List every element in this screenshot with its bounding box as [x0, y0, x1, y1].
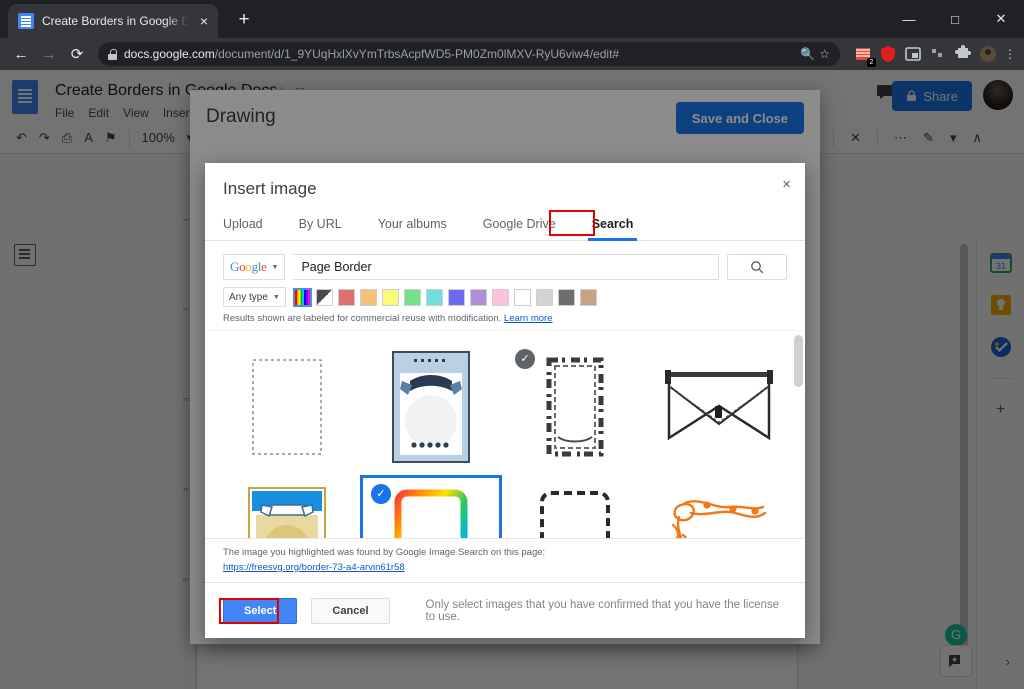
color-filter-red[interactable] [338, 289, 355, 306]
result-image-5[interactable] [215, 474, 359, 538]
color-filter-gray[interactable] [536, 289, 553, 306]
close-tab-icon[interactable]: × [196, 12, 212, 30]
url-domain: docs.google.com [124, 47, 215, 61]
address-bar-url: docs.google.com/document/d/1_9YUqHxlXvYm… [124, 47, 619, 61]
color-filter-green[interactable] [404, 289, 421, 306]
lock-icon [108, 49, 117, 60]
dialog-title: Insert image [223, 179, 317, 198]
chevron-down-icon: ▼ [272, 264, 279, 271]
browser-toolbar: ← → ⟳ docs.google.com/document/d/1_9YUqH… [0, 38, 1024, 70]
reload-icon[interactable]: ⟳ [64, 41, 90, 67]
select-button[interactable]: Select [223, 598, 297, 624]
result-image-4[interactable] [647, 339, 791, 474]
search-engine-selector[interactable]: Google ▼ [223, 254, 285, 280]
insert-image-header: Insert image × [205, 163, 805, 199]
close-window-button[interactable]: ✕ [978, 0, 1024, 38]
chevron-down-icon: ▼ [273, 294, 280, 301]
address-bar[interactable]: docs.google.com/document/d/1_9YUqHxlXvYm… [98, 42, 840, 66]
reuse-notice: Results shown are labeled for commercial… [205, 307, 805, 324]
forward-icon[interactable]: → [36, 41, 62, 67]
color-filter-any[interactable] [294, 289, 311, 306]
close-icon[interactable]: × [782, 177, 791, 192]
browser-tab-strip: Create Borders in Google Docs - × + — □ … [0, 0, 1024, 38]
source-url-link[interactable]: https://freesvg.org/border-73-a4-arvin61… [223, 560, 787, 575]
browser-tab[interactable]: Create Borders in Google Docs - × [8, 4, 218, 38]
result-image-8[interactable] [647, 474, 791, 538]
tab-search[interactable]: Search [592, 213, 634, 240]
selected-check-icon: ✓ [371, 484, 391, 504]
result-image-2[interactable] [359, 339, 503, 474]
url-path: /document/d/1_9YUqHxlXvYmTrbsAcpfWD5-PM0… [215, 47, 619, 61]
maximize-button[interactable]: □ [932, 0, 978, 38]
color-filter-dark-gray[interactable] [558, 289, 575, 306]
color-filter-white[interactable] [514, 289, 531, 306]
reuse-notice-text: Results shown are labeled for commercial… [223, 313, 501, 324]
results-scrollbar[interactable] [794, 335, 803, 387]
insert-image-footer: Select Cancel Only select images that yo… [205, 582, 805, 638]
cancel-button[interactable]: Cancel [311, 598, 389, 624]
minimize-button[interactable]: — [886, 0, 932, 38]
profile-avatar-icon[interactable] [979, 45, 997, 63]
new-tab-button[interactable]: + [232, 9, 256, 33]
tab-google-drive[interactable]: Google Drive [483, 213, 556, 240]
extensions-puzzle-icon[interactable] [954, 45, 972, 63]
color-filter-purple[interactable] [470, 289, 487, 306]
extension-icon-adblock[interactable] [879, 45, 897, 63]
search-row: Google ▼ [205, 241, 805, 280]
result-image-3[interactable]: ✓ [503, 339, 647, 474]
tab-your-albums[interactable]: Your albums [378, 213, 447, 240]
insert-image-dialog: Insert image × Upload By URL Your albums… [205, 163, 805, 638]
search-input[interactable] [293, 254, 719, 280]
extension-icon-picture-in-picture[interactable] [904, 45, 922, 63]
image-type-label: Any type [229, 292, 268, 303]
search-results-area: ✓ [205, 330, 805, 538]
insert-image-tabs: Upload By URL Your albums Google Drive S… [205, 213, 805, 241]
extension-icon-red-stack[interactable]: 2 [854, 45, 872, 63]
source-notice: The image you highlighted was found by G… [205, 538, 805, 582]
extension-icon-devtools[interactable] [929, 45, 947, 63]
color-filter-black-and-white[interactable] [316, 289, 333, 306]
browser-window: Create Borders in Google Docs - × + — □ … [0, 0, 1024, 689]
omnibox-icons: 🔍 ☆ [800, 47, 830, 61]
browser-menu-icon[interactable]: ⋮ [1004, 47, 1016, 61]
window-controls: — □ ✕ [886, 0, 1024, 38]
color-filter-pink[interactable] [492, 289, 509, 306]
source-notice-text: The image you highlighted was found by G… [223, 547, 545, 558]
google-docs-favicon [18, 13, 34, 29]
filter-row: Any type ▼ [205, 280, 805, 307]
search-results-grid: ✓ [205, 331, 791, 538]
result-image-6[interactable]: ✓ [359, 474, 503, 538]
color-filter-yellow[interactable] [382, 289, 399, 306]
tab-upload[interactable]: Upload [223, 213, 263, 240]
extension-icons: 2 ⋮ [848, 45, 1016, 63]
image-type-filter[interactable]: Any type ▼ [223, 287, 286, 307]
color-filter-blue[interactable] [448, 289, 465, 306]
search-icon [750, 260, 764, 274]
license-notice: Only select images that you have confirm… [426, 599, 788, 623]
hover-check-icon: ✓ [515, 349, 535, 369]
browser-tab-title: Create Borders in Google Docs - [42, 14, 188, 28]
search-icon[interactable]: 🔍 [800, 47, 815, 61]
back-icon[interactable]: ← [8, 41, 34, 67]
google-logo: Google [230, 259, 267, 275]
learn-more-link[interactable]: Learn more [504, 313, 553, 324]
result-image-7[interactable] [503, 474, 647, 538]
color-filter-teal[interactable] [426, 289, 443, 306]
color-filter-brown[interactable] [580, 289, 597, 306]
search-button[interactable] [727, 254, 787, 280]
extension-badge-count: 2 [867, 58, 876, 67]
bookmark-star-icon[interactable]: ☆ [819, 47, 830, 61]
tab-by-url[interactable]: By URL [299, 213, 342, 240]
result-image-1[interactable] [215, 339, 359, 474]
color-filter-orange[interactable] [360, 289, 377, 306]
